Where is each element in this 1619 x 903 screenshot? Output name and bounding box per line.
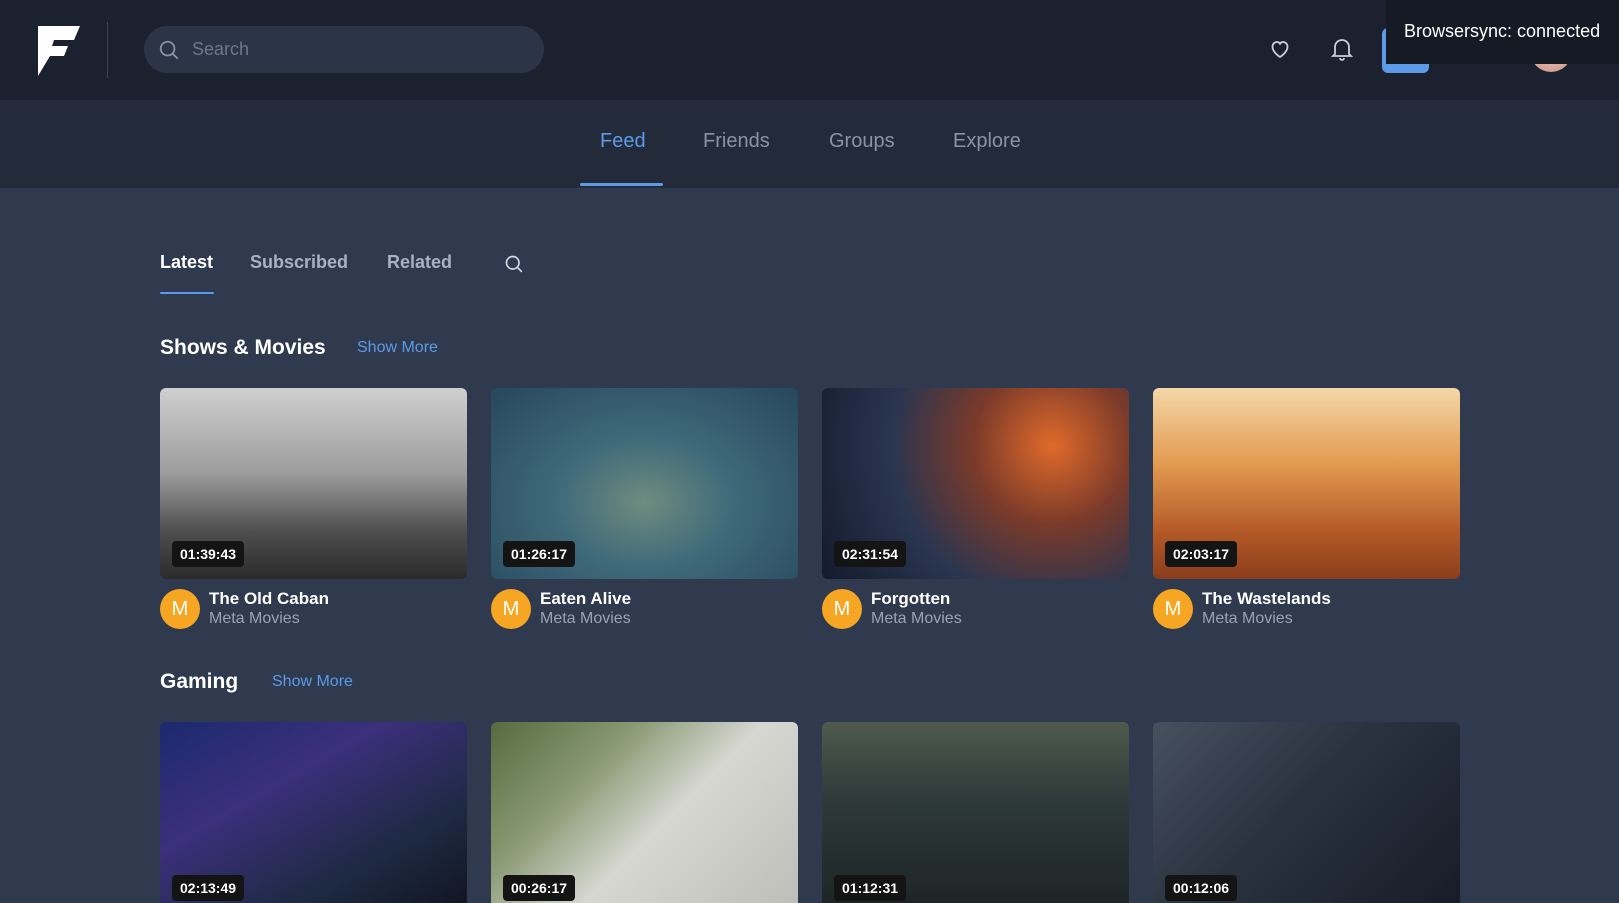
video-card[interactable]: 01:12:31 xyxy=(822,722,1129,903)
tab-explore[interactable]: Explore xyxy=(953,130,1021,153)
bell-icon[interactable] xyxy=(1327,34,1357,64)
video-thumbnail[interactable]: 02:31:54 xyxy=(822,388,1129,579)
video-thumbnail[interactable]: 01:26:17 xyxy=(491,388,798,579)
main-nav: Feed Friends Groups Explore xyxy=(0,100,1619,188)
duration-badge: 01:12:31 xyxy=(834,875,907,901)
video-thumbnail[interactable]: 02:03:17 xyxy=(1153,388,1460,579)
video-card[interactable]: 02:03:17 M The Wastelands Meta Movies xyxy=(1153,388,1460,629)
channel-avatar[interactable]: M xyxy=(160,589,200,629)
video-thumbnail[interactable]: 01:39:43 xyxy=(160,388,467,579)
channel-name[interactable]: Meta Movies xyxy=(871,609,962,629)
section-title-gaming: Gaming xyxy=(160,670,239,693)
tab-feed[interactable]: Feed xyxy=(600,130,646,153)
video-title[interactable]: Eaten Alive xyxy=(540,589,631,609)
channel-name[interactable]: Meta Movies xyxy=(209,609,329,629)
video-card[interactable]: 01:26:17 M Eaten Alive Meta Movies xyxy=(491,388,798,629)
search-icon[interactable] xyxy=(502,252,526,276)
channel-avatar[interactable]: M xyxy=(822,589,862,629)
video-title[interactable]: Forgotten xyxy=(871,589,962,609)
duration-badge: 00:12:06 xyxy=(1165,875,1238,901)
search-bar[interactable] xyxy=(144,26,544,73)
video-card[interactable]: 01:39:43 M The Old Caban Meta Movies xyxy=(160,388,467,629)
channel-avatar[interactable]: M xyxy=(1153,589,1193,629)
subtab-subscribed[interactable]: Subscribed xyxy=(250,252,348,273)
search-icon xyxy=(157,38,181,62)
video-card[interactable]: 02:31:54 M Forgotten Meta Movies xyxy=(822,388,1129,629)
duration-badge: 00:26:17 xyxy=(503,875,576,901)
subtab-latest[interactable]: Latest xyxy=(160,252,213,273)
show-more-link[interactable]: Show More xyxy=(272,673,353,691)
video-thumbnail[interactable]: 00:12:06 xyxy=(1153,722,1460,903)
video-title[interactable]: The Wastelands xyxy=(1202,589,1331,609)
logo-icon[interactable] xyxy=(38,26,80,76)
video-card[interactable]: 00:12:06 xyxy=(1153,722,1460,903)
logo-divider xyxy=(107,22,108,78)
video-thumbnail[interactable]: 00:26:17 xyxy=(491,722,798,903)
heart-icon[interactable] xyxy=(1265,34,1295,64)
video-card[interactable]: 02:13:49 xyxy=(160,722,467,903)
duration-badge: 02:13:49 xyxy=(172,875,245,901)
subtab-related[interactable]: Related xyxy=(387,252,452,273)
duration-badge: 01:39:43 xyxy=(172,541,245,567)
duration-badge: 02:31:54 xyxy=(834,541,907,567)
duration-badge: 02:03:17 xyxy=(1165,541,1238,567)
active-tab-indicator xyxy=(580,183,663,186)
duration-badge: 01:26:17 xyxy=(503,541,576,567)
video-thumbnail[interactable]: 02:13:49 xyxy=(160,722,467,903)
section-title-shows-movies: Shows & Movies xyxy=(160,336,326,359)
tab-groups[interactable]: Groups xyxy=(829,130,895,153)
video-thumbnail[interactable]: 01:12:31 xyxy=(822,722,1129,903)
video-card[interactable]: 00:26:17 xyxy=(491,722,798,903)
tab-friends[interactable]: Friends xyxy=(703,130,770,153)
browsersync-toast: Browsersync: connected xyxy=(1386,0,1619,64)
channel-name[interactable]: Meta Movies xyxy=(540,609,631,629)
show-more-link[interactable]: Show More xyxy=(357,339,438,357)
top-bar xyxy=(0,0,1619,100)
video-title[interactable]: The Old Caban xyxy=(209,589,329,609)
search-input[interactable] xyxy=(192,39,512,60)
channel-avatar[interactable]: M xyxy=(491,589,531,629)
channel-name[interactable]: Meta Movies xyxy=(1202,609,1331,629)
subtab-indicator xyxy=(160,292,214,294)
